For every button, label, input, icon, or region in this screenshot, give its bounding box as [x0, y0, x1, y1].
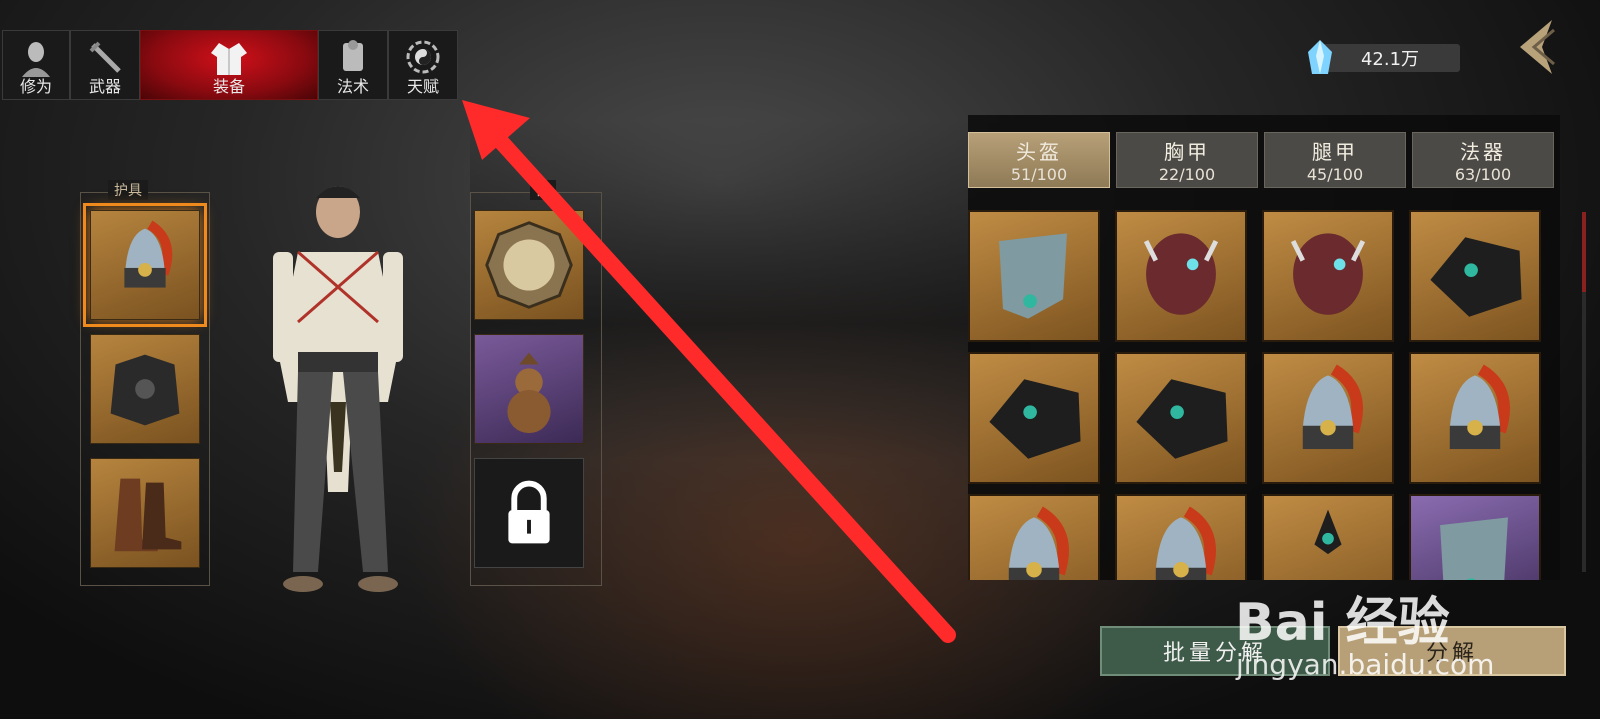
sword-icon — [89, 41, 121, 73]
plumed-helmet-icon — [1449, 364, 1510, 450]
boots-icon — [114, 478, 182, 552]
treasure-section-title: 器 — [530, 180, 556, 200]
inventory-item[interactable] — [968, 352, 1100, 484]
armor-section-title: 护具 — [108, 180, 148, 200]
category-name: 头盔 — [1016, 140, 1062, 164]
equip-slot-chest[interactable] — [90, 334, 200, 444]
plumed-helmet-icon — [1008, 506, 1069, 580]
equip-slot-boots[interactable] — [90, 458, 200, 568]
equip-slot-gourd[interactable] — [474, 334, 584, 444]
watermark-brand: Bai 经验 — [1235, 593, 1450, 653]
tab-equipment[interactable]: 装备 — [140, 30, 318, 100]
category-tab-legs[interactable]: 腿甲 45/100 — [1264, 132, 1406, 188]
inventory-grid — [968, 210, 1548, 580]
category-name: 法器 — [1460, 140, 1506, 164]
inventory-item[interactable] — [1262, 210, 1394, 342]
category-count: 63/100 — [1454, 165, 1512, 184]
robe-icon — [211, 43, 247, 75]
crystal-gem-icon — [1308, 40, 1332, 74]
bagua-icon — [406, 40, 440, 74]
category-tab-helmet[interactable]: 头盔 51/100 — [968, 132, 1110, 188]
monk-head-icon — [22, 42, 50, 77]
category-count: 45/100 — [1306, 165, 1364, 184]
inventory-item[interactable] — [1115, 210, 1247, 342]
bagua-mirror-icon — [485, 221, 573, 309]
category-tab-artifact[interactable]: 法器 63/100 — [1412, 132, 1554, 188]
currency-display: 42.1万 — [1300, 38, 1465, 78]
shoulder-guard-icon — [999, 233, 1067, 319]
hood-helmet-icon — [989, 379, 1081, 459]
scroll-icon — [343, 40, 363, 71]
demon-helmet-icon — [1290, 233, 1366, 315]
demon-helmet-icon — [1143, 233, 1219, 315]
shoulder-guard-icon — [1440, 517, 1508, 580]
top-tab-bar: 修为 武器 装备 法术 天赋 — [2, 30, 458, 100]
currency-amount: 42.1万 — [1320, 44, 1460, 72]
equip-slot-helmet[interactable] — [83, 203, 207, 327]
tab-cultivation[interactable]: 修为 — [2, 30, 70, 100]
gourd-icon — [507, 352, 551, 434]
category-name: 腿甲 — [1312, 140, 1358, 164]
equip-slot-mirror[interactable] — [474, 210, 584, 320]
inventory-scrollbar[interactable] — [1582, 212, 1586, 572]
hood-helmet-icon — [1430, 237, 1522, 317]
tab-weapon[interactable]: 武器 — [70, 30, 140, 100]
category-tabs: 头盔 51/100 胸甲 22/100 腿甲 45/100 法器 63/100 — [968, 132, 1554, 188]
equip-slot-locked[interactable] — [474, 458, 584, 568]
inventory-item[interactable] — [1409, 352, 1541, 484]
scrollbar-thumb[interactable] — [1582, 212, 1586, 292]
inventory-item[interactable] — [1115, 494, 1247, 580]
helmet-icon — [124, 220, 173, 288]
lock-icon — [508, 480, 550, 544]
back-button[interactable] — [1512, 16, 1562, 78]
category-count: 22/100 — [1158, 165, 1216, 184]
inventory-item[interactable] — [1262, 494, 1394, 580]
tab-talent[interactable]: 天赋 — [388, 30, 458, 100]
plumed-helmet-icon — [1302, 364, 1363, 450]
watermark-url: jingyan.baidu.com — [1236, 648, 1495, 681]
inventory-item[interactable] — [1115, 352, 1247, 484]
inventory-item[interactable] — [1409, 210, 1541, 342]
spike-helmet-icon — [1314, 509, 1342, 555]
category-name: 胸甲 — [1164, 140, 1210, 164]
plumed-helmet-icon — [1155, 506, 1216, 580]
chest-armor-icon — [110, 354, 180, 426]
tab-spell[interactable]: 法术 — [318, 30, 388, 100]
category-count: 51/100 — [1010, 165, 1068, 184]
inventory-item[interactable] — [968, 494, 1100, 580]
inventory-item[interactable] — [1262, 352, 1394, 484]
player-character — [273, 186, 403, 592]
hood-helmet-icon — [1136, 379, 1228, 459]
inventory-item[interactable] — [1409, 494, 1541, 580]
category-tab-chest[interactable]: 胸甲 22/100 — [1116, 132, 1258, 188]
inventory-item[interactable] — [968, 210, 1100, 342]
